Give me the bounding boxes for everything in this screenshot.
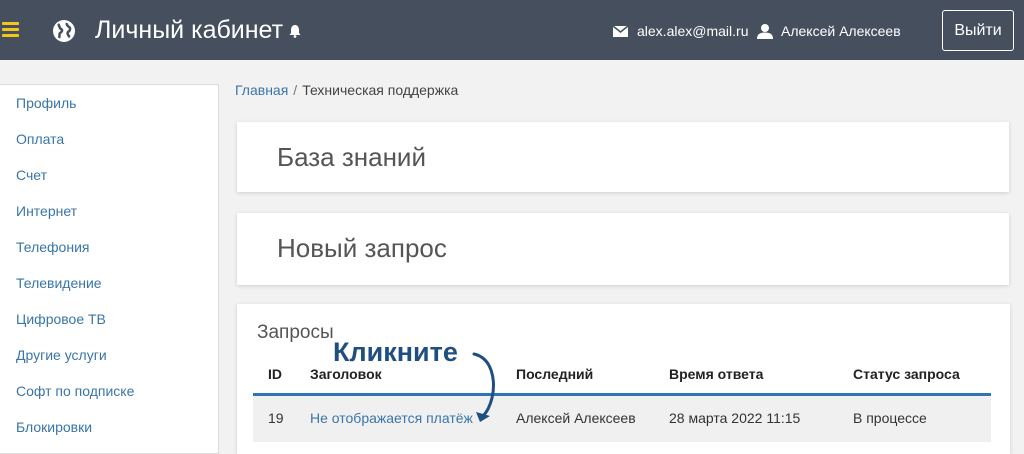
knowledge-base-title[interactable]: База знаний (277, 142, 426, 173)
user-name[interactable]: Алексей Алексеев (781, 23, 901, 39)
sidebar-item-blocks[interactable]: Блокировки (16, 419, 92, 435)
sidebar-item-other-services[interactable]: Другие услуги (16, 347, 107, 363)
app-title: Личный кабинет (95, 16, 284, 44)
menu-icon[interactable] (2, 22, 19, 37)
click-annotation-label: Кликните (333, 337, 458, 367)
sidebar-item-payment[interactable]: Оплата (16, 131, 64, 147)
logout-button[interactable]: Выйти (942, 10, 1014, 51)
breadcrumb-separator: / (293, 82, 298, 98)
sidebar-item-account[interactable]: Счет (16, 167, 47, 183)
top-bar: Личный кабинет alex.alex@mail.ru Алексей… (0, 0, 1024, 60)
sidebar-item-profile[interactable]: Профиль (16, 95, 76, 111)
requests-card: Запросы ID Заголовок Последний Время отв… (237, 304, 1010, 454)
new-request-title[interactable]: Новый запрос (277, 233, 447, 264)
new-request-card[interactable]: Новый запрос (237, 213, 1009, 285)
breadcrumb: Главная / Техническая поддержка (235, 82, 458, 98)
requests-title: Запросы (257, 322, 334, 343)
knowledge-base-card[interactable]: База знаний (237, 122, 1009, 192)
annotation-arrow-icon (472, 352, 495, 422)
column-header-response-time: Время ответа (669, 366, 764, 382)
sidebar-item-digital-tv[interactable]: Цифровое ТВ (16, 311, 106, 327)
user-icon (757, 24, 773, 39)
row-response-time: 28 марта 2022 11:15 (669, 410, 801, 426)
sidebar-item-internet[interactable]: Интернет (16, 203, 77, 219)
sidebar-item-software[interactable]: Софт по подписке (16, 383, 134, 399)
column-header-id: ID (268, 366, 282, 382)
row-status: В процессе (853, 410, 927, 426)
row-id: 19 (268, 410, 284, 426)
column-header-last: Последний (516, 366, 594, 382)
sidebar: Профиль Оплата Счет Интернет Телефония Т… (0, 84, 219, 454)
breadcrumb-home-link[interactable]: Главная (235, 82, 288, 98)
sidebar-item-television[interactable]: Телевидение (16, 275, 102, 291)
globe-icon (53, 20, 75, 42)
column-header-status: Статус запроса (853, 366, 960, 382)
sidebar-item-telephony[interactable]: Телефония (16, 239, 89, 255)
row-last: Алексей Алексеев (516, 410, 636, 426)
mail-icon (613, 26, 628, 37)
breadcrumb-current: Техническая поддержка (302, 82, 459, 98)
row-subject-link[interactable]: Не отображается платёж (310, 410, 473, 426)
bell-icon[interactable] (288, 24, 302, 38)
user-email: alex.alex@mail.ru (637, 23, 749, 39)
column-header-subject: Заголовок (310, 366, 382, 382)
